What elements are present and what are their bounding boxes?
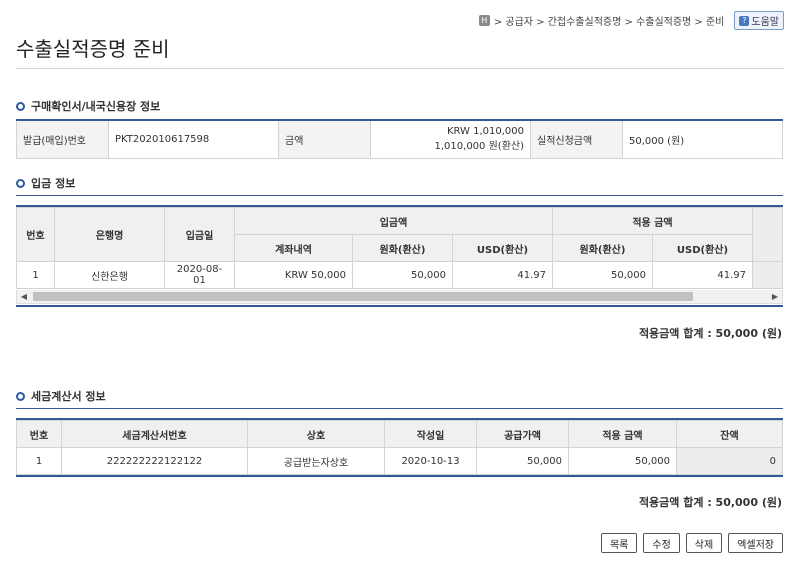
purchase-section-label: 구매확인서/내국신용장 정보: [31, 100, 161, 113]
list-button[interactable]: 목록: [600, 533, 638, 553]
col-applied-group: 적용 금액: [552, 207, 753, 235]
page-title: 수출실적증명 준비: [16, 37, 170, 61]
cell-invoice-no: 222222222122122: [61, 447, 248, 475]
title-divider: [16, 68, 784, 69]
col-no: 번호: [16, 207, 55, 262]
tax-divider: [16, 408, 783, 409]
deposit-bottom-rule: [16, 305, 783, 307]
col-date: 작성일: [384, 420, 477, 448]
col-krw: 원화(환산): [352, 234, 453, 262]
help-button[interactable]: ? 도움말: [734, 11, 784, 30]
col-extra: [752, 207, 783, 262]
tax-section-label: 세금계산서 정보: [31, 390, 106, 403]
bullet-icon: [16, 391, 25, 401]
col-applied-usd: USD(환산): [652, 234, 753, 262]
col-company: 상호: [247, 420, 385, 448]
cell-applied: 50,000: [568, 447, 677, 475]
col-date: 입금일: [164, 207, 235, 262]
help-label: 도움말: [751, 17, 779, 28]
delete-button[interactable]: 삭제: [685, 533, 723, 553]
col-invoice-no: 세금계산서번호: [61, 420, 248, 448]
deposit-section-title: 입금 정보: [16, 175, 75, 191]
cell-applied-krw: 50,000: [552, 261, 653, 289]
horizontal-scrollbar[interactable]: ◀ ▶: [16, 290, 783, 304]
deposit-divider: [16, 195, 783, 196]
cell-extra: [752, 261, 783, 289]
question-icon: ?: [739, 15, 750, 26]
edit-button[interactable]: 수정: [643, 533, 680, 553]
amount-value: KRW 1,010,000 1,010,000 원(환산): [370, 119, 531, 159]
tax-table: 번호 세금계산서번호 상호 작성일 공급가액 적용 금액 잔액 1 222222…: [16, 420, 783, 475]
deposit-total: 적용금액 합계 : 50,000 (원): [638, 327, 782, 340]
tax-total: 적용금액 합계 : 50,000 (원): [638, 496, 782, 509]
breadcrumb-path: > 공급자 > 간접수출실적증명 > 수출실적증명 > 준비: [493, 17, 725, 28]
deposit-table: 번호 은행명 입금일 입금액 적용 금액 계좌내역 원화(환산) USD(환산)…: [16, 207, 783, 289]
cell-usd: 41.97: [452, 261, 553, 289]
amount-label: 금액: [278, 119, 371, 159]
issue-no-label: 발급(매입)번호: [16, 119, 109, 159]
cell-no: 1: [16, 261, 55, 289]
col-applied: 적용 금액: [568, 420, 677, 448]
col-no: 번호: [16, 420, 62, 448]
cell-company: 공급받는자상호: [247, 447, 385, 475]
amount-line-1: KRW 1,010,000: [446, 126, 524, 138]
cell-account: KRW 50,000: [234, 261, 353, 289]
cell-no: 1: [16, 447, 62, 475]
table-row[interactable]: 1 222222222122122 공급받는자상호 2020-10-13 50,…: [16, 447, 783, 475]
claim-amount-label: 실적신청금액: [530, 119, 623, 159]
cell-applied-usd: 41.97: [652, 261, 753, 289]
deposit-section-label: 입금 정보: [31, 177, 76, 190]
col-deposit-group: 입금액: [234, 207, 553, 235]
scroll-left-icon[interactable]: ◀: [17, 290, 31, 303]
amount-line-2: 1,010,000 원(환산): [434, 141, 524, 153]
cell-bank: 신한은행: [54, 261, 165, 289]
tax-section-title: 세금계산서 정보: [16, 388, 106, 404]
cell-date: 2020-10-13: [384, 447, 477, 475]
cell-balance: 0: [676, 447, 783, 475]
scroll-thumb[interactable]: [33, 292, 693, 301]
excel-save-button[interactable]: 엑셀저장: [728, 533, 783, 553]
home-icon[interactable]: H: [478, 15, 490, 26]
scroll-right-icon[interactable]: ▶: [768, 290, 782, 303]
breadcrumb: H > 공급자 > 간접수출실적증명 > 수출실적증명 > 준비 ? 도움말: [478, 11, 784, 30]
deposit-grid: 번호 은행명 입금일 입금액 적용 금액 계좌내역 원화(환산) USD(환산)…: [16, 205, 783, 289]
col-account: 계좌내역: [234, 234, 353, 262]
col-applied-krw: 원화(환산): [552, 234, 653, 262]
bullet-icon: [16, 101, 25, 111]
col-supply: 공급가액: [476, 420, 569, 448]
bullet-icon: [16, 178, 25, 188]
cell-krw: 50,000: [352, 261, 453, 289]
action-bar: 목록 수정 삭제 엑셀저장: [600, 533, 783, 553]
col-bank: 은행명: [54, 207, 165, 262]
purchase-section-title: 구매확인서/내국신용장 정보: [16, 98, 160, 114]
tax-grid: 번호 세금계산서번호 상호 작성일 공급가액 적용 금액 잔액 1 222222…: [16, 418, 783, 475]
col-balance: 잔액: [676, 420, 783, 448]
tax-bottom-rule: [16, 475, 783, 477]
issue-no-value: PKT202010617598: [108, 119, 279, 159]
cell-supply: 50,000: [476, 447, 569, 475]
cell-date: 2020-08-01: [164, 261, 235, 289]
table-row[interactable]: 1 신한은행 2020-08-01 KRW 50,000 50,000 41.9…: [16, 261, 783, 289]
purchase-info-table: 발급(매입)번호 PKT202010617598 금액 KRW 1,010,00…: [16, 119, 783, 159]
col-usd: USD(환산): [452, 234, 553, 262]
claim-amount-value: 50,000 (원): [622, 119, 783, 159]
